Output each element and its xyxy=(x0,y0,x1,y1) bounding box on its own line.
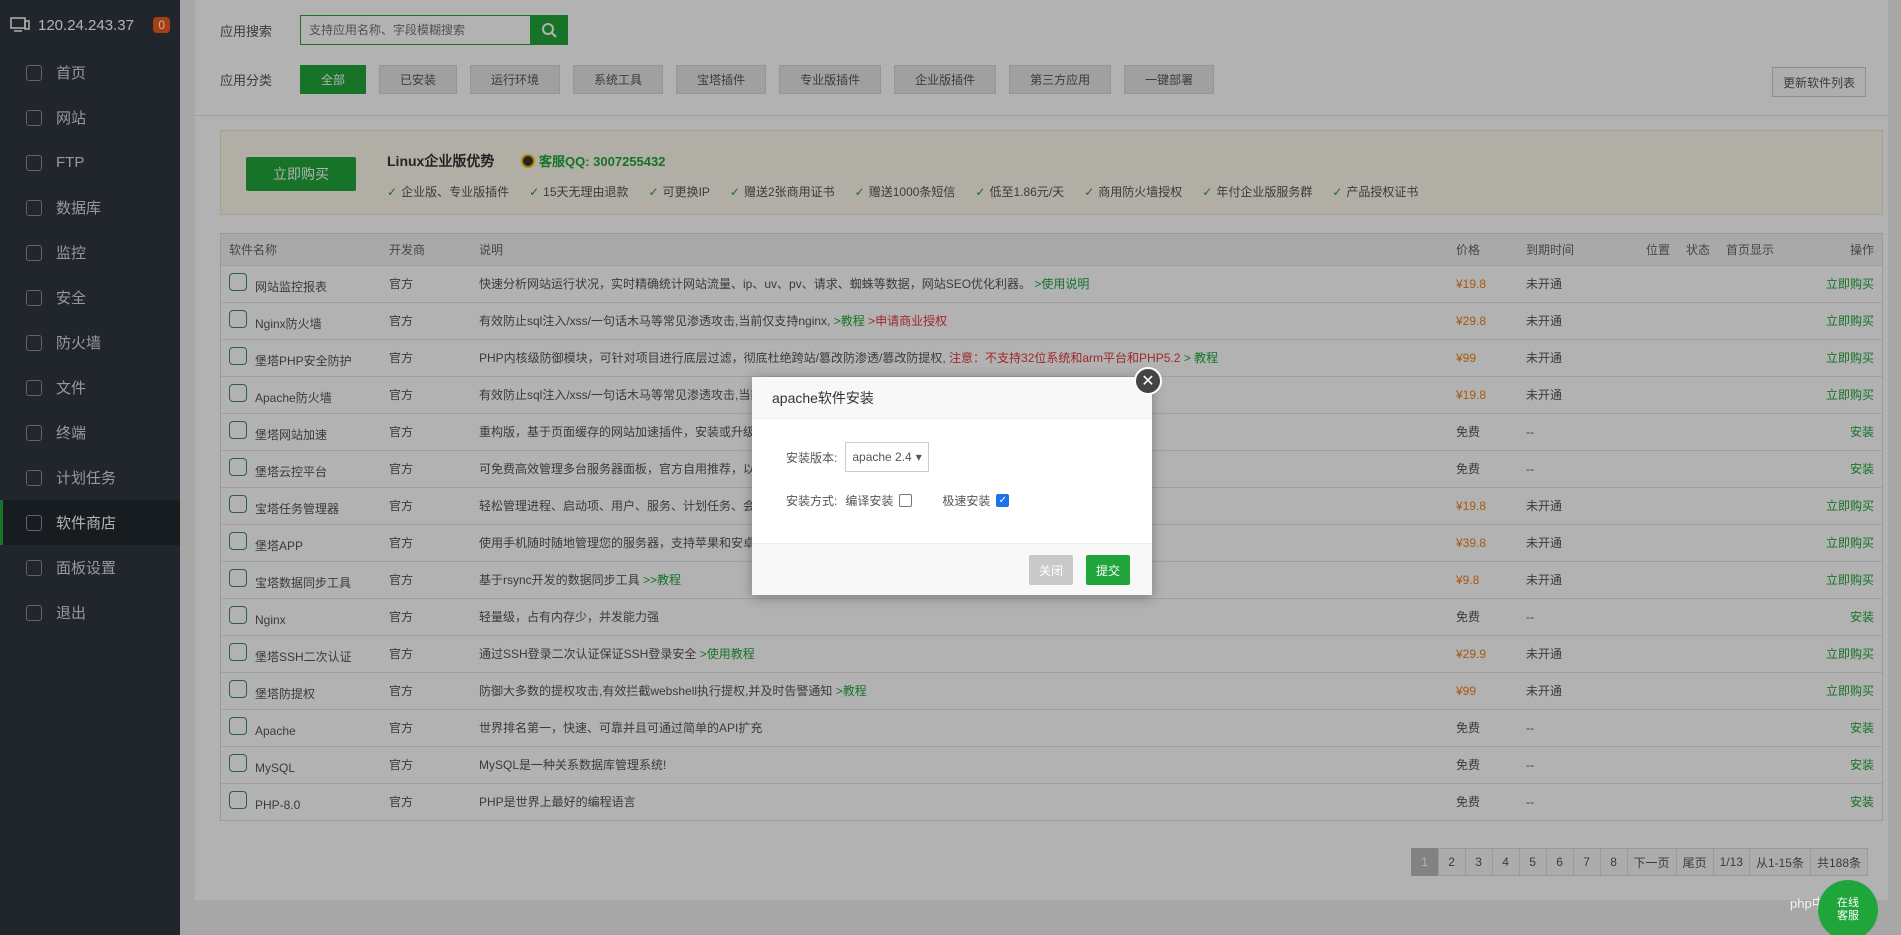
method-row: 安装方式: 编译安装 极速安装 ✓ xyxy=(786,492,1010,509)
chevron-down-icon: ▾ xyxy=(915,450,922,464)
install-dialog: apache软件安装 ✕ 安装版本: apache 2.4 ▾ 安装方式: 编译安… xyxy=(752,367,1162,595)
close-button[interactable]: 关闭 xyxy=(1029,555,1074,585)
version-value: apache 2.4 xyxy=(852,450,912,464)
version-row: 安装版本: apache 2.4 ▾ xyxy=(786,442,929,472)
version-select[interactable]: apache 2.4 ▾ xyxy=(845,442,929,472)
compile-install-checkbox[interactable] xyxy=(899,494,913,507)
dialog-footer: 关闭 提交 xyxy=(752,543,1152,595)
close-icon[interactable]: ✕ xyxy=(1134,367,1162,395)
compile-label: 编译安装 xyxy=(845,494,894,508)
online-service-button[interactable]: 在线 客服 xyxy=(1818,880,1878,935)
fast-install-checkbox[interactable]: ✓ xyxy=(996,494,1010,507)
online-service-label: 在线 客服 xyxy=(1837,897,1859,922)
fast-label: 极速安装 xyxy=(942,494,991,508)
version-label: 安装版本: xyxy=(786,450,838,465)
method-label: 安装方式: xyxy=(786,494,838,508)
submit-button[interactable]: 提交 xyxy=(1086,555,1131,585)
dialog-title: apache软件安装 xyxy=(752,377,1152,419)
